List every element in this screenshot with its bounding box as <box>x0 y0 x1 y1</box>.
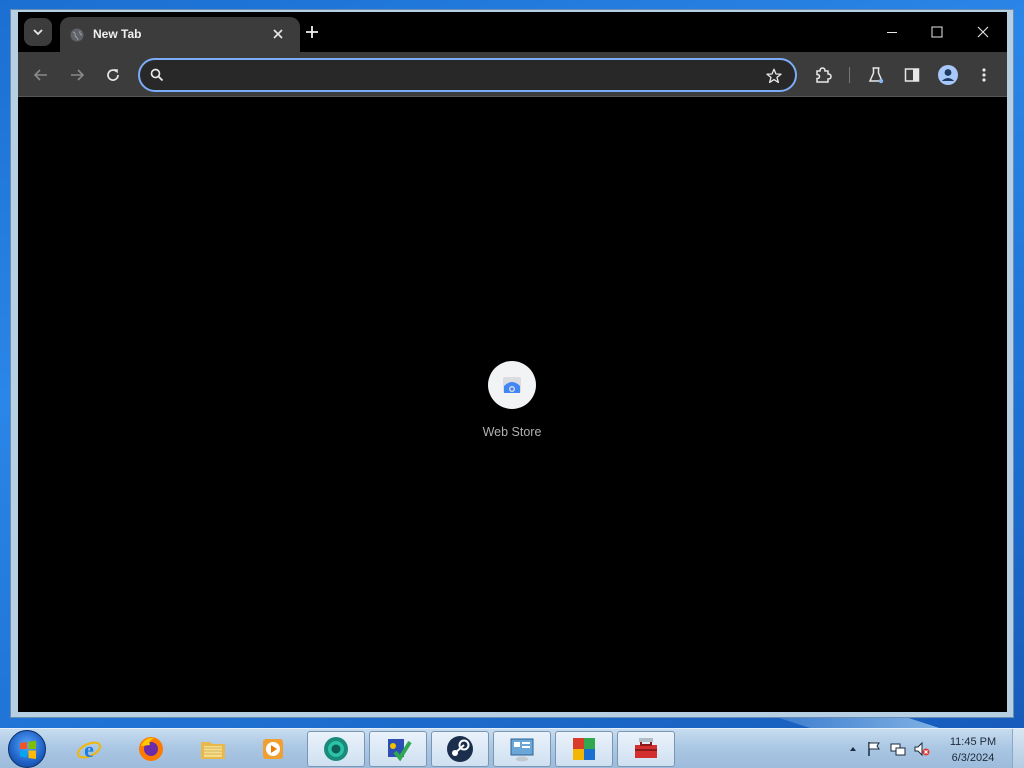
close-icon <box>977 26 989 38</box>
maximize-icon <box>931 26 943 38</box>
avg-antivirus-icon <box>573 738 595 760</box>
plus-icon <box>306 26 318 38</box>
clock-date: 6/3/2024 <box>951 752 995 764</box>
network-icon <box>890 743 906 756</box>
close-window-button[interactable] <box>971 20 995 44</box>
control-panel-icon <box>510 738 534 762</box>
tab-close-button[interactable] <box>269 25 287 43</box>
tab-search-button[interactable] <box>24 18 52 46</box>
taskbar-steam[interactable] <box>431 731 489 767</box>
globe-icon <box>70 28 84 42</box>
show-desktop-button[interactable] <box>1012 729 1024 768</box>
new-tab-page: Web Store <box>18 98 1007 712</box>
taskbar: e 11:45 PM 6/3/2024 <box>0 728 1024 768</box>
address-bar[interactable] <box>138 58 797 92</box>
toolbar-divider <box>849 67 850 83</box>
star-icon <box>766 68 782 84</box>
profile-button[interactable] <box>935 62 961 88</box>
puzzle-icon <box>816 67 832 83</box>
shortcut-web-store[interactable]: Web Store <box>472 361 552 451</box>
toolbox-icon <box>635 738 657 758</box>
shortcut-icon-circle <box>488 361 536 409</box>
chrome-beta-icon <box>324 737 348 761</box>
flask-icon <box>868 67 884 84</box>
action-center-flag-icon <box>868 742 880 756</box>
taskbar-file-explorer[interactable] <box>184 731 242 767</box>
taskbar-chrome-beta[interactable] <box>307 731 365 767</box>
tab-new-tab[interactable]: New Tab <box>60 17 300 52</box>
clock-time: 11:45 PM <box>949 736 997 748</box>
internet-explorer-icon: e <box>76 737 102 762</box>
side-panel-icon <box>904 68 920 82</box>
extensions-button[interactable] <box>810 62 836 88</box>
taskbar-checklist-app[interactable] <box>369 731 427 767</box>
checklist-app-icon <box>388 739 412 762</box>
taskbar-control-panel[interactable] <box>493 731 551 767</box>
labs-button[interactable] <box>863 62 889 88</box>
chevron-up-icon <box>850 747 856 751</box>
minimize-icon <box>887 32 897 33</box>
kebab-menu-icon <box>982 68 986 82</box>
arrow-left-icon <box>33 69 47 81</box>
chevron-down-icon <box>33 29 43 36</box>
file-explorer-icon <box>201 742 225 759</box>
new-tab-button[interactable] <box>300 20 324 44</box>
shortcut-label: Web Store <box>482 425 542 439</box>
reload-icon <box>107 69 119 81</box>
reload-button[interactable] <box>100 62 126 88</box>
volume-muted-icon <box>914 741 930 757</box>
close-icon <box>273 29 283 39</box>
browser-chrome: New Tab Web Store <box>18 12 1007 712</box>
address-input[interactable] <box>174 65 754 85</box>
svg-text:e: e <box>84 737 94 762</box>
browser-toolbar <box>18 52 1007 97</box>
bookmark-button[interactable] <box>764 66 784 86</box>
taskbar-clock[interactable]: 11:45 PM 6/3/2024 <box>940 734 1006 766</box>
taskbar-toolbox[interactable] <box>617 731 675 767</box>
steam-icon <box>447 736 473 762</box>
profile-icon <box>938 65 958 85</box>
start-button[interactable] <box>8 730 46 768</box>
browser-window: New Tab Web Store <box>10 9 1014 718</box>
maximize-button[interactable] <box>925 20 949 44</box>
tab-title: New Tab <box>93 27 142 41</box>
tab-strip: New Tab <box>18 12 1007 52</box>
taskbar-media-player[interactable] <box>244 731 302 767</box>
web-store-icon <box>503 377 521 393</box>
action-center-button[interactable] <box>866 741 882 757</box>
taskbar-internet-explorer[interactable]: e <box>60 731 118 767</box>
media-player-icon <box>263 739 283 759</box>
volume-button[interactable] <box>914 741 930 757</box>
taskbar-firefox[interactable] <box>122 731 180 767</box>
windows-logo-icon <box>20 740 36 759</box>
forward-button[interactable] <box>64 62 90 88</box>
network-button[interactable] <box>890 741 906 757</box>
back-button[interactable] <box>28 62 54 88</box>
firefox-icon <box>139 737 163 761</box>
minimize-button[interactable] <box>880 20 904 44</box>
arrow-right-icon <box>71 69 85 81</box>
show-hidden-icons-button[interactable] <box>845 741 861 757</box>
side-panel-button[interactable] <box>899 62 925 88</box>
search-icon <box>150 68 164 82</box>
taskbar-avg-antivirus[interactable] <box>555 731 613 767</box>
browser-menu-button[interactable] <box>971 62 997 88</box>
